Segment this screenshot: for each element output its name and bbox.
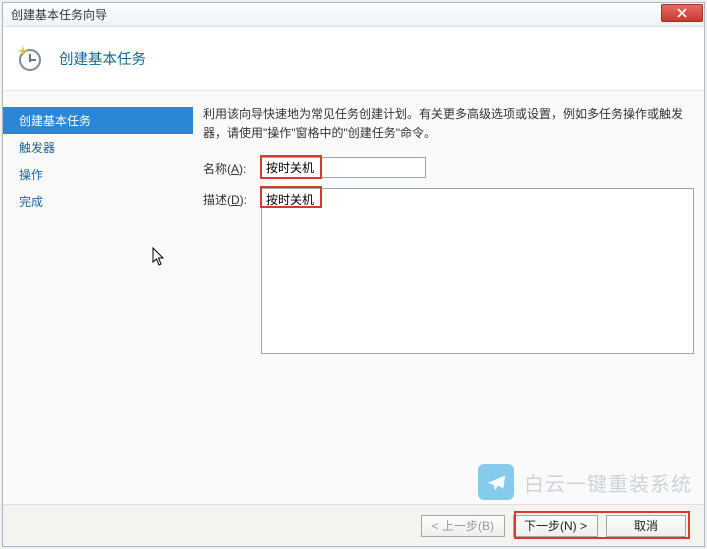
footer: < 上一步(B) 下一步(N) > 取消: [3, 504, 704, 546]
name-row: 名称(A):: [203, 157, 694, 178]
close-button[interactable]: [661, 4, 703, 22]
name-label: 名称(A):: [203, 157, 253, 177]
sidebar-item-label: 触发器: [19, 141, 55, 155]
close-icon: [677, 8, 687, 18]
window-title: 创建基本任务向导: [11, 6, 107, 23]
description-textarea[interactable]: [261, 188, 694, 354]
wizard-window: 创建基本任务向导 创建基本任务 创建基本任务 触发器 操作: [2, 2, 705, 547]
content-pane: 利用该向导快速地为常见任务创建计划。有关更多高级选项或设置，例如多任务操作或触发…: [193, 91, 704, 504]
next-button[interactable]: 下一步(N) >: [513, 515, 598, 537]
titlebar: 创建基本任务向导: [3, 3, 704, 27]
cancel-button[interactable]: 取消: [606, 515, 686, 537]
wizard-body: 创建基本任务 触发器 操作 完成 利用该向导快速地为常见任务创建计划。有关更多高…: [3, 91, 704, 504]
name-input[interactable]: [261, 157, 426, 178]
desc-label: 描述(D):: [203, 188, 253, 208]
banner: 创建基本任务: [3, 27, 704, 91]
sidebar-item-finish[interactable]: 完成: [3, 188, 193, 215]
sidebar: 创建基本任务 触发器 操作 完成: [3, 91, 193, 504]
name-input-wrap: [261, 157, 694, 178]
sidebar-item-create-basic-task[interactable]: 创建基本任务: [3, 107, 193, 134]
sidebar-item-label: 操作: [19, 168, 43, 182]
desc-row: 描述(D):: [203, 188, 694, 357]
back-button: < 上一步(B): [421, 515, 505, 537]
sidebar-item-label: 完成: [19, 195, 43, 209]
desc-area: [261, 188, 694, 357]
banner-heading: 创建基本任务: [59, 48, 146, 69]
sidebar-item-label: 创建基本任务: [19, 114, 91, 128]
sidebar-item-action[interactable]: 操作: [3, 161, 193, 188]
sidebar-item-trigger[interactable]: 触发器: [3, 134, 193, 161]
wizard-clock-icon: [17, 45, 45, 73]
intro-text: 利用该向导快速地为常见任务创建计划。有关更多高级选项或设置，例如多任务操作或触发…: [203, 105, 688, 143]
